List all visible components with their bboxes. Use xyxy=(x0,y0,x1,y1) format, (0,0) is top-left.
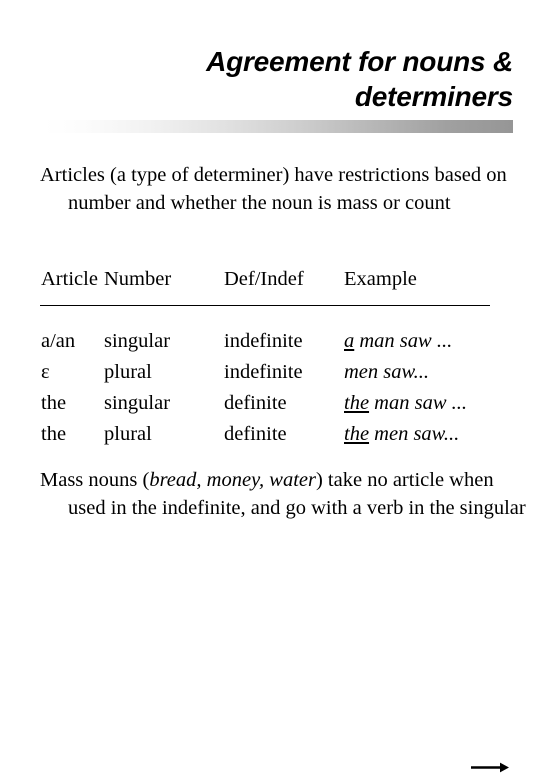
cell-article: the xyxy=(41,423,67,445)
example-article: a xyxy=(344,330,355,352)
mass-nouns-text-before: Mass nouns ( xyxy=(40,469,150,491)
table-body: a/an singular indefinite a man saw ... ε… xyxy=(40,326,502,450)
cell-example: men saw... xyxy=(344,357,429,388)
cell-number: singular xyxy=(104,330,171,352)
cell-number: plural xyxy=(104,423,152,445)
column-header-number: Number xyxy=(104,268,172,290)
example-rest: man saw ... xyxy=(354,330,453,352)
title-gradient-divider xyxy=(45,120,513,133)
table-row: ε plural indefinite men saw... xyxy=(40,357,502,388)
cell-def-indef: indefinite xyxy=(224,330,303,352)
page-title: Agreement for nouns & determiners xyxy=(45,44,513,114)
column-header-example: Example xyxy=(344,268,417,290)
table-row: the plural definite the men saw... xyxy=(40,419,502,450)
example-rest: men saw... xyxy=(344,361,430,383)
cell-number: plural xyxy=(104,361,152,383)
table-header-divider xyxy=(40,305,490,306)
cell-number: singular xyxy=(104,392,171,414)
article-table: Article Number Def/Indef Example a/an si… xyxy=(40,264,502,445)
example-rest: man saw ... xyxy=(369,392,468,414)
cell-article: a/an xyxy=(41,330,76,352)
column-header-def-indef: Def/Indef xyxy=(224,268,304,290)
cell-def-indef: definite xyxy=(224,423,287,445)
column-header-article: Article xyxy=(41,268,98,290)
cell-def-indef: definite xyxy=(224,392,287,414)
page-title-line-1: Agreement for nouns & xyxy=(206,46,513,77)
example-rest: men saw... xyxy=(369,423,460,445)
cell-article: ε xyxy=(41,361,50,383)
example-article: the xyxy=(344,423,370,445)
cell-article: the xyxy=(41,392,67,414)
cell-def-indef: indefinite xyxy=(224,361,303,383)
table-row: the singular definite the man saw ... xyxy=(40,388,502,419)
example-article: the xyxy=(344,392,370,414)
cell-example: the men saw... xyxy=(344,419,459,450)
table-header-row: Article Number Def/Indef Example xyxy=(40,264,502,295)
cell-example: the man saw ... xyxy=(344,388,467,419)
page-title-line-2: determiners xyxy=(354,81,513,112)
intro-paragraph: Articles (a type of determiner) have res… xyxy=(40,164,507,214)
next-slide-arrow-icon[interactable] xyxy=(471,759,511,775)
cell-example: a man saw ... xyxy=(344,326,452,357)
table-row: a/an singular indefinite a man saw ... xyxy=(40,326,502,357)
mass-nouns-examples: bread, money, water xyxy=(149,469,316,491)
mass-nouns-paragraph: Mass nouns (bread, money, water) take no… xyxy=(40,466,530,522)
